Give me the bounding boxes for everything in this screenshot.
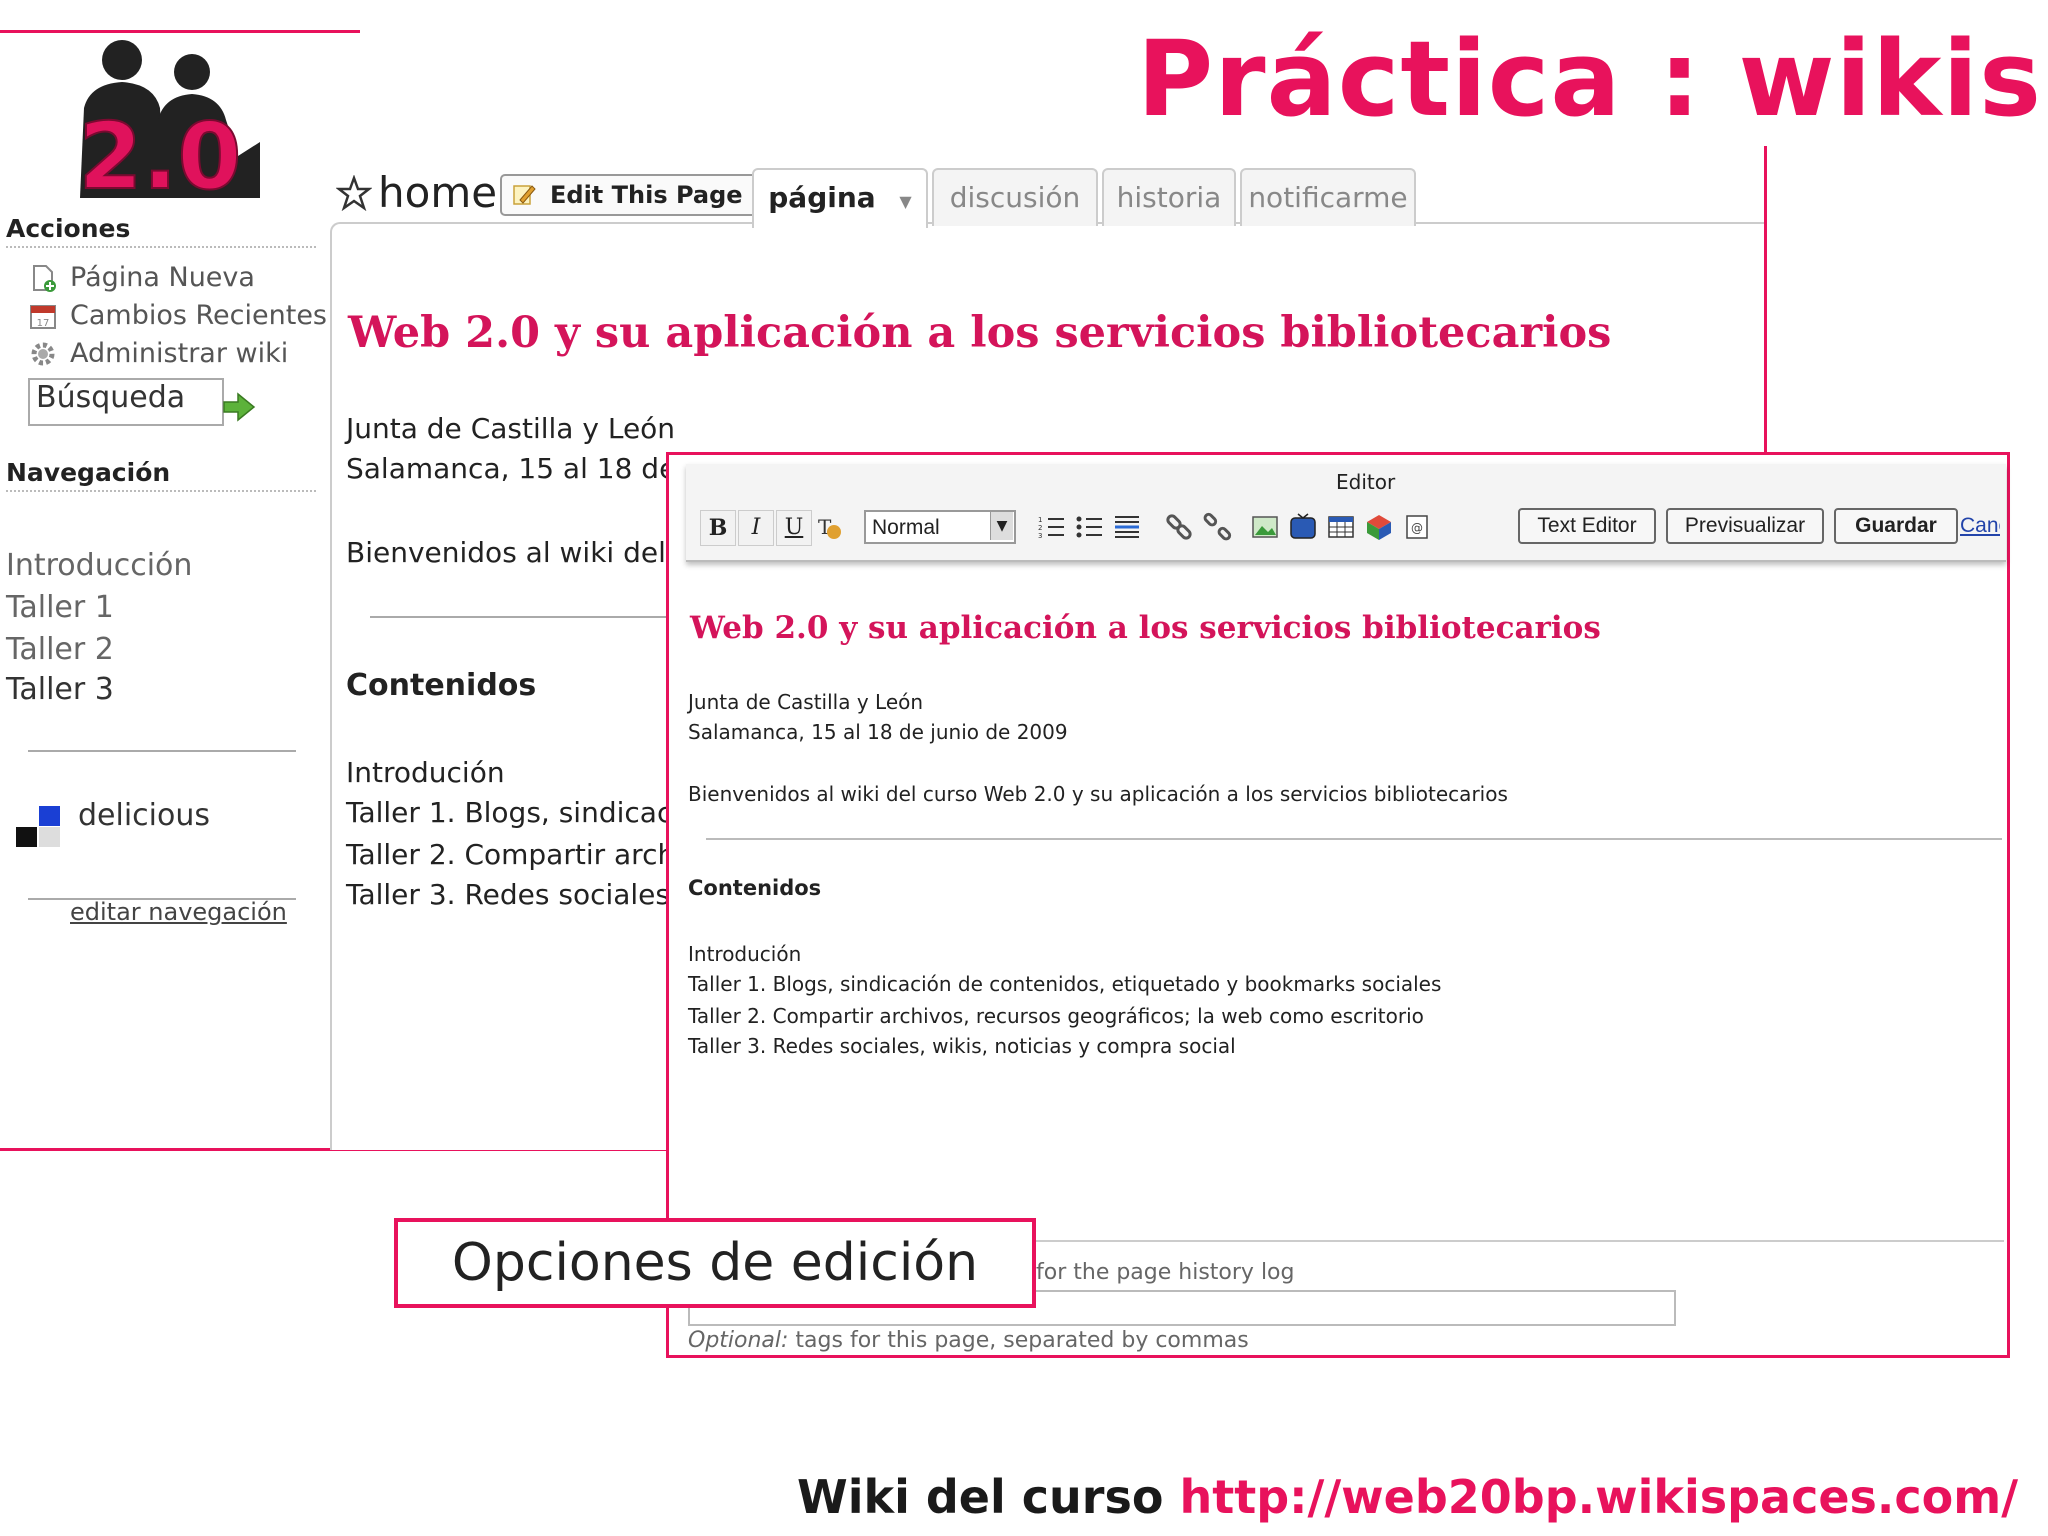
- slide-footer: Wiki del curso http://web20bp.wikispaces…: [797, 1470, 2018, 1524]
- page-name: home: [378, 168, 498, 217]
- widget-icon[interactable]: [1364, 512, 1394, 542]
- nav-item-taller-2[interactable]: Taller 2: [6, 632, 114, 667]
- wiki-contents-item: Introdución: [346, 756, 505, 789]
- logo-text: 2.0: [79, 103, 242, 198]
- svg-text:3: 3: [1038, 532, 1042, 540]
- navegacion-heading: Navegación: [6, 458, 171, 487]
- preview-button[interactable]: Previsualizar: [1666, 508, 1824, 544]
- nav-item-taller-3[interactable]: Taller 3: [6, 672, 114, 707]
- navegacion-rule: [6, 490, 316, 492]
- image-icon[interactable]: [1250, 512, 1280, 542]
- footer-url[interactable]: http://web20bp.wikispaces.com/: [1179, 1470, 2018, 1524]
- editor-divider: [706, 838, 2002, 840]
- right-accent-line: [1764, 146, 1767, 456]
- edit-this-page-button[interactable]: Edit This Page: [500, 174, 761, 216]
- wiki-divider: [370, 616, 670, 618]
- pencil-icon: [513, 185, 536, 205]
- sidebar-action-recent-changes[interactable]: 17 Cambios Recientes: [28, 300, 327, 331]
- wiki-text-line: Junta de Castilla y León: [346, 412, 676, 445]
- save-button[interactable]: Guardar: [1834, 508, 1958, 544]
- svg-text:17: 17: [37, 318, 50, 329]
- editor-text-line[interactable]: Bienvenidos al wiki del curso Web 2.0 y …: [688, 782, 1508, 806]
- link-icon[interactable]: [1164, 512, 1194, 542]
- editor-contents-heading[interactable]: Contenidos: [688, 876, 821, 900]
- horizontal-rule-icon[interactable]: [1112, 512, 1142, 542]
- editor-label: Editor: [1336, 470, 1396, 494]
- acciones-heading: Acciones: [6, 214, 131, 243]
- numbered-list-icon[interactable]: 123: [1036, 512, 1066, 542]
- edit-navigation-link[interactable]: editar navegación: [70, 898, 287, 926]
- tab-label: página: [768, 181, 876, 214]
- acciones-rule: [6, 246, 316, 248]
- sidebar-divider: [28, 750, 296, 752]
- search-go-arrow-icon[interactable]: [222, 392, 256, 422]
- nav-item-introduccion[interactable]: Introducción: [6, 548, 192, 583]
- nav-item-taller-1[interactable]: Taller 1: [6, 590, 114, 625]
- text-editor-button[interactable]: Text Editor: [1518, 508, 1656, 544]
- sidebar-action-label: Administrar wiki: [70, 338, 289, 369]
- wiki-text-line: Salamanca, 15 al 18 de ju: [346, 452, 711, 485]
- sidebar-action-new-page[interactable]: Página Nueva: [28, 262, 255, 293]
- tab-pagina[interactable]: página ▼: [752, 168, 928, 228]
- editor-contents-item[interactable]: Introdución: [688, 942, 801, 966]
- footer-prefix: Wiki del curso: [796, 1470, 1180, 1524]
- history-comment-label: for the page history log: [1036, 1260, 1295, 1285]
- wiki-contents-item: Taller 1. Blogs, sindicació: [346, 796, 698, 829]
- editor-text-line[interactable]: Junta de Castilla y León: [688, 690, 923, 714]
- italic-button[interactable]: I: [738, 510, 774, 546]
- tags-label-optional: Optional:: [688, 1328, 789, 1353]
- tab-historia[interactable]: historia: [1102, 168, 1236, 226]
- new-page-icon: [33, 264, 56, 292]
- svg-text:@: @: [1411, 521, 1423, 535]
- video-icon[interactable]: [1288, 512, 1318, 542]
- tab-notificarme[interactable]: notificarme: [1240, 168, 1416, 226]
- wiki-text-line: Bienvenidos al wiki del cu: [346, 536, 708, 569]
- cancel-link[interactable]: Cancel: [1960, 514, 2000, 538]
- svg-text:1: 1: [1038, 516, 1042, 524]
- star-icon[interactable]: [336, 174, 372, 211]
- unlink-icon[interactable]: [1202, 512, 1232, 542]
- chevron-down-icon: ▼: [899, 192, 912, 211]
- editor-contents-item[interactable]: Taller 3. Redes sociales, wikis, noticia…: [688, 1034, 1236, 1058]
- sidebar-action-label: Cambios Recientes: [70, 300, 328, 331]
- top-accent-line: [0, 30, 360, 33]
- bold-button[interactable]: B: [700, 510, 736, 546]
- wiki-page-heading: Web 2.0 y su aplicación a los servicios …: [348, 308, 1612, 358]
- text-color-icon[interactable]: T: [814, 512, 844, 542]
- gear-icon: [31, 342, 55, 365]
- tab-discusion[interactable]: discusión: [932, 168, 1098, 226]
- page-title: home: [336, 168, 497, 217]
- editor-text-line[interactable]: Salamanca, 15 al 18 de junio de 2009: [688, 720, 1068, 744]
- edit-options-callout: Opciones de edición: [394, 1218, 1036, 1308]
- underline-button[interactable]: U: [776, 510, 812, 546]
- editor-contents-item[interactable]: Taller 2. Compartir archivos, recursos g…: [688, 1004, 1424, 1028]
- tags-label-text: tags for this page, separated by commas: [788, 1328, 1249, 1353]
- bullet-list-icon[interactable]: [1074, 512, 1104, 542]
- sidebar-action-admin-wiki[interactable]: Administrar wiki: [28, 338, 288, 369]
- table-icon[interactable]: [1326, 512, 1356, 542]
- wiki-contents-item: Taller 2. Compartir archivo: [346, 838, 717, 871]
- chevron-down-icon[interactable]: ▼: [990, 512, 1013, 540]
- wiki-contents-heading: Contenidos: [346, 668, 537, 703]
- special-character-icon[interactable]: @: [1402, 512, 1432, 542]
- slide-title: Práctica : wikis: [1137, 18, 2042, 140]
- delicious-link[interactable]: delicious: [78, 798, 210, 833]
- tags-label: Optional: tags for this page, separated …: [688, 1328, 1249, 1353]
- wiki-contents-item: Taller 3. Redes sociales,: [346, 878, 679, 911]
- editor-contents-item[interactable]: Taller 1. Blogs, sindicación de contenid…: [688, 972, 1441, 996]
- sidebar-action-label: Página Nueva: [70, 262, 255, 293]
- web20-logo: 2.0: [78, 40, 260, 198]
- svg-text:2: 2: [1038, 524, 1042, 532]
- delicious-icon: [16, 806, 60, 847]
- calendar-icon: 17: [30, 304, 56, 329]
- editor-page-heading[interactable]: Web 2.0 y su aplicación a los servicios …: [690, 610, 1601, 646]
- search-input[interactable]: Búsqueda: [28, 378, 224, 426]
